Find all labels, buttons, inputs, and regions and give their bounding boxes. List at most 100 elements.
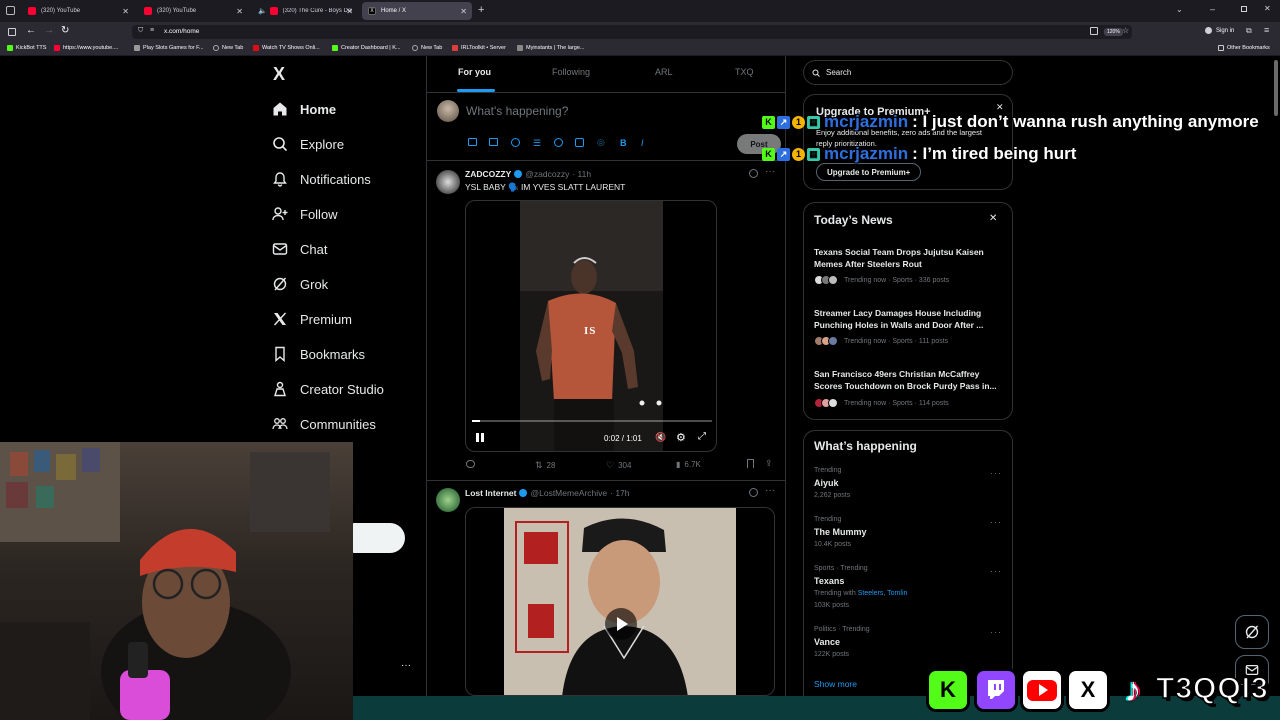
grok-icon[interactable] bbox=[511, 138, 520, 147]
back-button[interactable]: ← bbox=[26, 25, 36, 36]
address-bar[interactable]: ⛉ ≡ x.com/home 120% ☆ bbox=[132, 25, 1132, 39]
trend-name[interactable]: Aiyuk bbox=[814, 478, 839, 488]
emoji-icon[interactable] bbox=[554, 138, 563, 147]
sidebar-toggle-icon[interactable] bbox=[8, 28, 16, 36]
news-headline[interactable]: San Francisco 49ers Christian McCaffrey … bbox=[814, 368, 1006, 392]
nav-communities[interactable]: Communities bbox=[272, 412, 376, 436]
trend-more-icon[interactable]: ··· bbox=[990, 468, 1002, 478]
nav-follow[interactable]: Follow bbox=[272, 202, 338, 226]
trend-name[interactable]: The Mummy bbox=[814, 527, 867, 537]
nav-bookmarks[interactable]: Bookmarks bbox=[272, 342, 365, 366]
close-window-button[interactable]: ✕ bbox=[1264, 4, 1271, 13]
bookmark-item[interactable]: Watch TV Shows Onli... bbox=[253, 45, 320, 51]
settings-gear-icon[interactable]: ⚙ bbox=[676, 431, 686, 444]
tab-for-you[interactable]: For you bbox=[458, 67, 491, 77]
pause-button[interactable] bbox=[476, 433, 484, 442]
tweet-avatar[interactable] bbox=[436, 488, 460, 512]
nav-explore[interactable]: Explore bbox=[272, 132, 344, 156]
trend-link[interactable]: Steelers, Tomlin bbox=[858, 590, 908, 597]
tab-following[interactable]: Following bbox=[552, 67, 590, 77]
tweet-video[interactable] bbox=[465, 507, 775, 696]
tweet-author[interactable]: ZADCOZZY @zadcozzy · 11h bbox=[465, 169, 591, 179]
bookmark-item[interactable]: Play Slots Games for F... bbox=[134, 45, 204, 51]
news-headline[interactable]: Streamer Lacy Damages House Including Pu… bbox=[814, 307, 1006, 331]
extensions-icon[interactable]: ⧉ bbox=[1246, 26, 1252, 36]
nav-home[interactable]: Home bbox=[272, 97, 336, 121]
bookmark-item[interactable]: Myinstants | The large... bbox=[517, 45, 585, 51]
bookmark-button[interactable] bbox=[747, 459, 754, 468]
location-icon[interactable]: ◎ bbox=[597, 137, 605, 148]
forward-button[interactable]: → bbox=[44, 25, 54, 36]
schedule-icon[interactable] bbox=[575, 138, 584, 147]
site-info-icon[interactable]: ≡ bbox=[150, 27, 154, 34]
bookmark-star-icon[interactable]: ☆ bbox=[1122, 26, 1129, 35]
gif-icon[interactable] bbox=[489, 138, 498, 146]
bookmark-item[interactable]: IRLToolkit • Server bbox=[452, 45, 506, 51]
tweet-time[interactable]: · 17h bbox=[610, 488, 629, 498]
tweet-avatar[interactable] bbox=[436, 170, 460, 194]
nav-chat[interactable]: Chat bbox=[272, 237, 327, 261]
play-button[interactable] bbox=[605, 608, 637, 640]
tweet-time[interactable]: · 11h bbox=[572, 169, 591, 179]
audio-playing-icon[interactable]: 🔈 bbox=[258, 7, 267, 15]
tab-txq[interactable]: TXQ bbox=[735, 67, 754, 77]
close-tab-icon[interactable]: ✕ bbox=[122, 7, 129, 16]
upgrade-premium-button[interactable]: Upgrade to Premium+ bbox=[816, 163, 922, 181]
tweet-author-name[interactable]: Lost Internet bbox=[465, 488, 516, 498]
tab-list-icon[interactable] bbox=[6, 6, 15, 15]
tweet-handle[interactable]: @LostMemeArchive bbox=[530, 488, 607, 498]
app-menu-icon[interactable]: ≡ bbox=[1264, 25, 1269, 35]
tracking-shield-icon[interactable]: ⛉ bbox=[138, 27, 143, 35]
bookmark-item[interactable]: New Tab bbox=[412, 45, 442, 51]
close-tab-icon[interactable]: ✕ bbox=[346, 7, 353, 16]
poll-icon[interactable]: ☰ bbox=[533, 138, 541, 149]
bold-icon[interactable]: B bbox=[620, 138, 627, 148]
grok-explain-icon[interactable] bbox=[749, 488, 758, 497]
bookmark-item[interactable]: Creator Dashboard | K... bbox=[332, 45, 401, 51]
url-text[interactable]: x.com/home bbox=[164, 28, 199, 35]
show-more-link[interactable]: Show more bbox=[814, 679, 857, 689]
tab-overflow-icon[interactable]: ⌄ bbox=[1176, 5, 1183, 14]
nav-creator-studio[interactable]: Creator Studio bbox=[272, 377, 384, 401]
browser-tab[interactable]: (320) YouTube ✕ bbox=[138, 2, 248, 20]
browser-tab[interactable]: (320) YouTube ✕ bbox=[22, 2, 134, 20]
trend-more-icon[interactable]: ··· bbox=[990, 627, 1002, 637]
avatar[interactable] bbox=[437, 100, 459, 122]
tweet-video[interactable]: IS 0:02 / 1:01 🔇 ⚙ ⤢ bbox=[465, 200, 717, 452]
new-tab-button[interactable]: + bbox=[478, 4, 484, 16]
tweet-author-name[interactable]: ZADCOZZY bbox=[465, 169, 511, 179]
minimize-button[interactable]: – bbox=[1210, 4, 1215, 14]
trend-more-icon[interactable]: ··· bbox=[990, 517, 1002, 527]
close-icon[interactable]: ✕ bbox=[989, 213, 997, 224]
trend-more-icon[interactable]: ··· bbox=[990, 566, 1002, 576]
nav-premium[interactable]: Premium bbox=[272, 307, 352, 331]
x-logo[interactable]: X bbox=[273, 64, 285, 85]
grok-floating-button[interactable] bbox=[1235, 615, 1269, 649]
browser-tab[interactable]: 🔈 (320) The Cure - Boys Don't ✕ bbox=[252, 2, 358, 20]
page-scrollbar[interactable] bbox=[1274, 60, 1278, 116]
italic-icon[interactable]: I bbox=[641, 138, 644, 148]
reload-button[interactable]: ↻ bbox=[61, 25, 69, 36]
search-input[interactable]: Search bbox=[803, 60, 1013, 85]
more-options-icon[interactable]: ··· bbox=[765, 485, 775, 496]
tab-arl[interactable]: ARL bbox=[655, 67, 673, 77]
grok-explain-icon[interactable] bbox=[749, 169, 758, 178]
zoom-level[interactable]: 120% bbox=[1104, 28, 1123, 36]
browser-tab-active[interactable]: X Home / X ✕ bbox=[362, 2, 472, 20]
repost-button[interactable]: ⇅ 28 bbox=[535, 460, 555, 471]
account-more-icon[interactable]: ··· bbox=[401, 660, 411, 671]
tweet-author[interactable]: Lost Internet @LostMemeArchive · 17h bbox=[465, 488, 630, 498]
other-bookmarks[interactable]: Other Bookmarks bbox=[1218, 45, 1270, 51]
reply-button[interactable] bbox=[466, 460, 479, 468]
mute-icon[interactable]: 🔇 bbox=[655, 432, 666, 443]
trend-name[interactable]: Texans bbox=[814, 576, 844, 586]
close-tab-icon[interactable]: ✕ bbox=[236, 7, 243, 16]
compose-input[interactable]: What's happening? bbox=[466, 104, 568, 118]
tweet-handle[interactable]: @zadcozzy bbox=[525, 169, 569, 179]
maximize-button[interactable] bbox=[1241, 6, 1247, 12]
trend-name[interactable]: Vance bbox=[814, 637, 840, 647]
views-button[interactable]: ▮ 6.7K bbox=[676, 460, 701, 469]
nav-notifications[interactable]: Notifications bbox=[272, 167, 371, 191]
bookmark-item[interactable]: https://www.youtube.... bbox=[54, 45, 118, 51]
fullscreen-icon[interactable]: ⤢ bbox=[698, 431, 706, 442]
